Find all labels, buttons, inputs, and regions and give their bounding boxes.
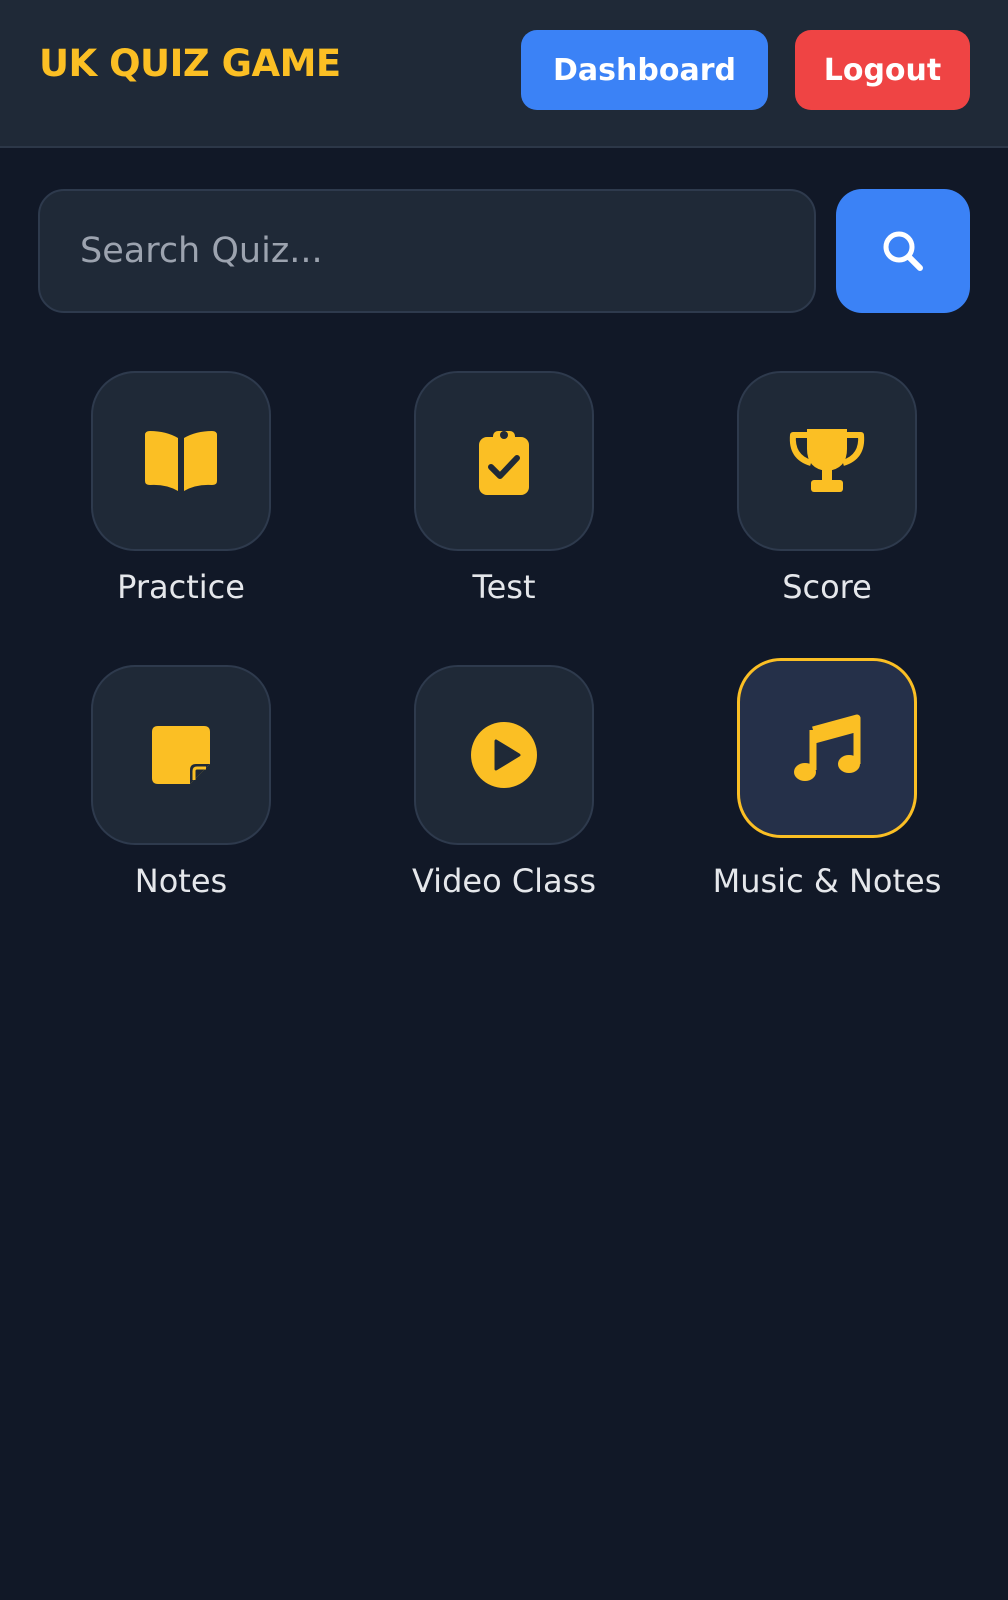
trophy-icon: [789, 429, 865, 492]
music-icon: [794, 714, 861, 781]
search-input[interactable]: [40, 191, 814, 311]
menu-tile-score[interactable]: [737, 371, 917, 551]
book-open-icon: [145, 431, 217, 491]
menu-tile-practice[interactable]: [91, 371, 271, 551]
sticky-note-icon: [152, 726, 210, 784]
menu-label-music-notes: Music & Notes: [712, 862, 942, 900]
menu-label-test: Test: [472, 568, 536, 606]
top-bar: UK QUIZ GAME Dashboard Logout: [0, 0, 1008, 148]
dashboard-button[interactable]: Dashboard: [521, 30, 768, 110]
search-box: [38, 189, 816, 313]
search-button[interactable]: [836, 189, 970, 313]
menu-tile-test[interactable]: [414, 371, 594, 551]
app-title: UK QUIZ GAME: [39, 42, 341, 85]
menu-label-video-class: Video Class: [411, 862, 596, 900]
menu-label-score: Score: [782, 568, 872, 606]
menu-tile-music-notes[interactable]: [737, 658, 917, 838]
menu-label-practice: Practice: [117, 568, 245, 606]
logout-button[interactable]: Logout: [795, 30, 970, 110]
play-circle-icon: [471, 722, 537, 788]
menu-tile-notes[interactable]: [91, 665, 271, 845]
menu-label-notes: Notes: [134, 862, 228, 900]
search-icon: [883, 231, 923, 271]
menu-tile-video-class[interactable]: [414, 665, 594, 845]
clipboard-check-icon: [479, 431, 529, 495]
app-root: UK QUIZ GAME Dashboard Logout Practice T…: [0, 0, 1008, 1600]
